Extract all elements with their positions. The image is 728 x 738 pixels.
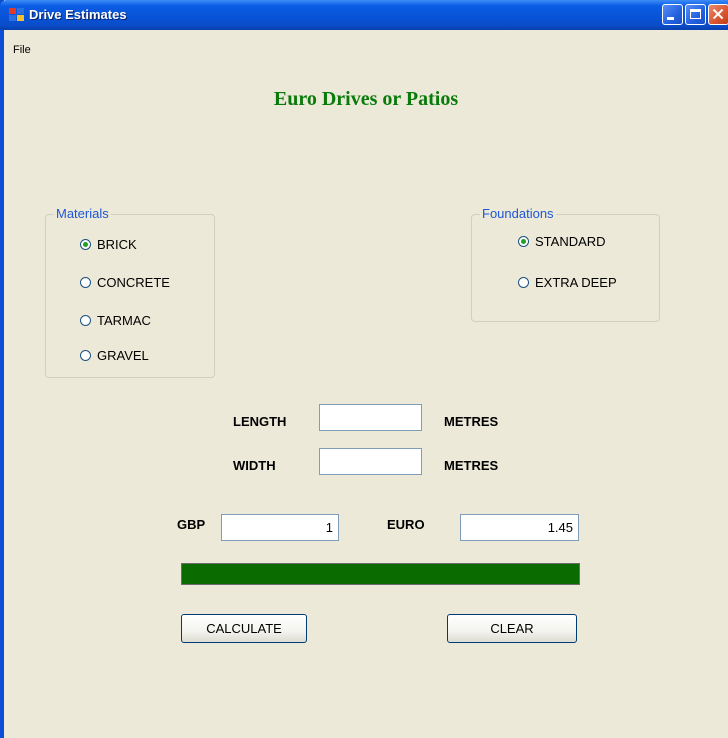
length-input[interactable] — [319, 404, 422, 431]
radio-tarmac-label: TARMAC — [97, 313, 151, 328]
title-bar[interactable]: Drive Estimates — [0, 0, 728, 30]
radio-brick[interactable]: BRICK — [80, 237, 137, 252]
radio-standard-indicator — [518, 236, 529, 247]
menu-bar: File — [4, 40, 728, 62]
width-input[interactable] — [319, 448, 422, 475]
maximize-icon — [690, 9, 701, 19]
radio-tarmac[interactable]: TARMAC — [80, 313, 151, 328]
radio-extra-deep-indicator — [518, 277, 529, 288]
window-title: Drive Estimates — [29, 7, 127, 22]
radio-gravel-indicator — [80, 350, 91, 361]
foundations-group: Foundations — [471, 206, 660, 322]
gbp-label: GBP — [177, 517, 206, 532]
radio-gravel-label: GRAVEL — [97, 348, 149, 363]
euro-label: EURO — [387, 517, 425, 532]
menu-file[interactable]: File — [13, 44, 31, 56]
close-button[interactable] — [708, 4, 728, 25]
maximize-button[interactable] — [685, 4, 706, 25]
app-icon — [9, 8, 24, 22]
minimize-icon — [667, 17, 674, 20]
radio-standard-label: STANDARD — [535, 234, 606, 249]
gbp-input[interactable]: 1 — [221, 514, 339, 541]
radio-gravel[interactable]: GRAVEL — [80, 348, 149, 363]
radio-tarmac-indicator — [80, 315, 91, 326]
radio-concrete-label: CONCRETE — [97, 275, 170, 290]
radio-concrete-indicator — [80, 277, 91, 288]
calculate-button[interactable]: CALCULATE — [181, 614, 307, 643]
foundations-legend: Foundations — [480, 206, 556, 221]
radio-brick-indicator — [80, 239, 91, 250]
close-icon — [712, 8, 724, 20]
clear-button[interactable]: CLEAR — [447, 614, 577, 643]
width-label: WIDTH — [233, 458, 276, 473]
radio-concrete[interactable]: CONCRETE — [80, 275, 170, 290]
materials-legend: Materials — [54, 206, 111, 221]
app-window: Drive Estimates File Euro Drives or Pati… — [0, 0, 728, 738]
radio-brick-label: BRICK — [97, 237, 137, 252]
minimize-button[interactable] — [662, 4, 683, 25]
radio-extra-deep-label: EXTRA DEEP — [535, 275, 617, 290]
length-unit: METRES — [444, 414, 499, 429]
radio-standard[interactable]: STANDARD — [518, 234, 606, 249]
euro-input[interactable]: 1.45 — [460, 514, 579, 541]
page-title: Euro Drives or Patios — [273, 88, 459, 110]
radio-extra-deep[interactable]: EXTRA DEEP — [518, 275, 617, 290]
progress-bar — [181, 563, 580, 585]
length-label: LENGTH — [233, 414, 287, 429]
width-unit: METRES — [444, 458, 499, 473]
